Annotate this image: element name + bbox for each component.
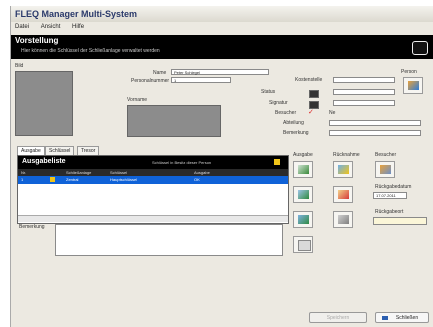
- page-title: Vorstellung: [15, 36, 59, 45]
- rueckgabedatum-label: Rückgabedatum: [375, 184, 412, 190]
- rueckgabeort-label: Rückgabeort: [375, 209, 404, 215]
- status-field[interactable]: [333, 89, 395, 95]
- ruecknahme-button[interactable]: [333, 161, 353, 178]
- besucher-side-label: Besucher: [375, 152, 397, 158]
- logo-icon: [412, 41, 428, 55]
- grid-title: Ausgabeliste: [22, 158, 66, 165]
- status-button[interactable]: [309, 90, 319, 98]
- abteilung-label: Abteilung: [283, 120, 304, 126]
- name-label: Name: [153, 70, 167, 76]
- kostenstelle-field[interactable]: [333, 77, 395, 83]
- app-window: FLEQ Manager Multi-System Datei Ansicht …: [10, 6, 433, 327]
- menu-hilfe[interactable]: Hilfe: [72, 24, 84, 30]
- grid-header: Ausgabeliste Schlüssel in Besitz dieser …: [18, 156, 288, 169]
- signatur-label: Signatur: [269, 100, 288, 106]
- menu-ansicht[interactable]: Ansicht: [41, 24, 61, 30]
- menu-bar: Datei Ansicht Hilfe: [11, 22, 433, 33]
- rueckgabedatum-field[interactable]: 17.07.2011: [373, 192, 407, 199]
- rueckgabeort-field[interactable]: [373, 217, 427, 225]
- person-button-label: Person: [401, 69, 417, 75]
- pnr-field[interactable]: 1: [171, 77, 231, 83]
- key-give-icon: [298, 165, 309, 174]
- col-schliessanlage[interactable]: Schließanlage: [66, 170, 91, 175]
- horizontal-scrollbar[interactable]: [18, 215, 288, 222]
- close-icon: [382, 316, 388, 320]
- page-header: Vorstellung Hier können die Schlüssel de…: [11, 35, 433, 59]
- key-remove-icon: [338, 190, 349, 199]
- tab-schluessel[interactable]: Schlüssel: [45, 146, 75, 155]
- tab-ausgabe[interactable]: Ausgabe: [17, 146, 45, 155]
- print-icon: [298, 240, 311, 251]
- besucher-label: Besucher: [275, 110, 297, 116]
- search-icon: [338, 215, 349, 224]
- ruecknahme-button-2[interactable]: [333, 186, 353, 203]
- close-button[interactable]: Schließen: [375, 312, 429, 323]
- ruecknahme-label: Rücknahme: [333, 152, 360, 158]
- status-label: Status: [261, 89, 276, 95]
- ausgabe-label: Ausgabe: [293, 152, 313, 158]
- col-schluessel[interactable]: Schlüssel: [110, 170, 127, 175]
- table-row[interactable]: 1 Zentral Hauptschlüssel OK: [18, 176, 288, 184]
- memo-label: Bemerkung: [19, 224, 45, 230]
- ausgabe-grid: Ausgabeliste Schlüssel in Besitz dieser …: [17, 155, 289, 224]
- person-button[interactable]: [403, 77, 423, 94]
- abteilung-field[interactable]: [329, 120, 421, 126]
- print-button[interactable]: [293, 236, 313, 253]
- besucher-button[interactable]: [375, 161, 395, 178]
- menu-datei[interactable]: Datei: [15, 24, 29, 30]
- ausgabe-button-2[interactable]: [293, 186, 313, 203]
- person-icon: [408, 81, 419, 90]
- person-panel: Bild Name Peter Schlegel Personalnummer …: [11, 63, 433, 143]
- bemerkung-label: Bemerkung: [283, 130, 309, 136]
- besucher-check-icon[interactable]: ✓: [308, 109, 314, 116]
- signatur-button[interactable]: [309, 101, 319, 109]
- besucher-value: Ne: [329, 110, 336, 116]
- ausgabe-button[interactable]: [293, 161, 313, 178]
- visitor-icon: [380, 165, 391, 174]
- save-button[interactable]: Speichern: [309, 312, 367, 323]
- window-title: FLEQ Manager Multi-System: [11, 6, 433, 22]
- key-icon: [274, 159, 280, 165]
- ausgabe-button-3[interactable]: [293, 211, 313, 228]
- col-ausgabe[interactable]: Ausgabe: [194, 170, 210, 175]
- grid-info: Schlüssel in Besitz dieser Person: [152, 160, 212, 165]
- row-key-icon: [50, 177, 55, 182]
- page-subtitle: Hier können die Schlüssel der Schließanl…: [21, 48, 160, 54]
- grid-columns: Nr. Schließanlage Schlüssel Ausgabe: [18, 169, 288, 176]
- search-button[interactable]: [333, 211, 353, 228]
- gruppe-field[interactable]: [333, 100, 395, 106]
- col-nr[interactable]: Nr.: [21, 170, 26, 175]
- key-list-icon: [298, 215, 309, 224]
- kostenstelle-label: Kostenstelle: [295, 77, 323, 83]
- memo-field[interactable]: [55, 224, 283, 256]
- vorname-label: Vorname: [127, 97, 148, 103]
- tab-tresor[interactable]: Tresor: [77, 146, 100, 155]
- signature-image[interactable]: [127, 105, 221, 137]
- person-photo[interactable]: [15, 71, 73, 136]
- key-add-icon: [298, 190, 309, 199]
- name-field[interactable]: Peter Schlegel: [171, 69, 269, 75]
- bild-label: Bild: [15, 63, 24, 69]
- bemerkung-field[interactable]: [329, 130, 421, 136]
- pnr-label: Personalnummer: [131, 78, 170, 84]
- key-return-icon: [338, 165, 349, 174]
